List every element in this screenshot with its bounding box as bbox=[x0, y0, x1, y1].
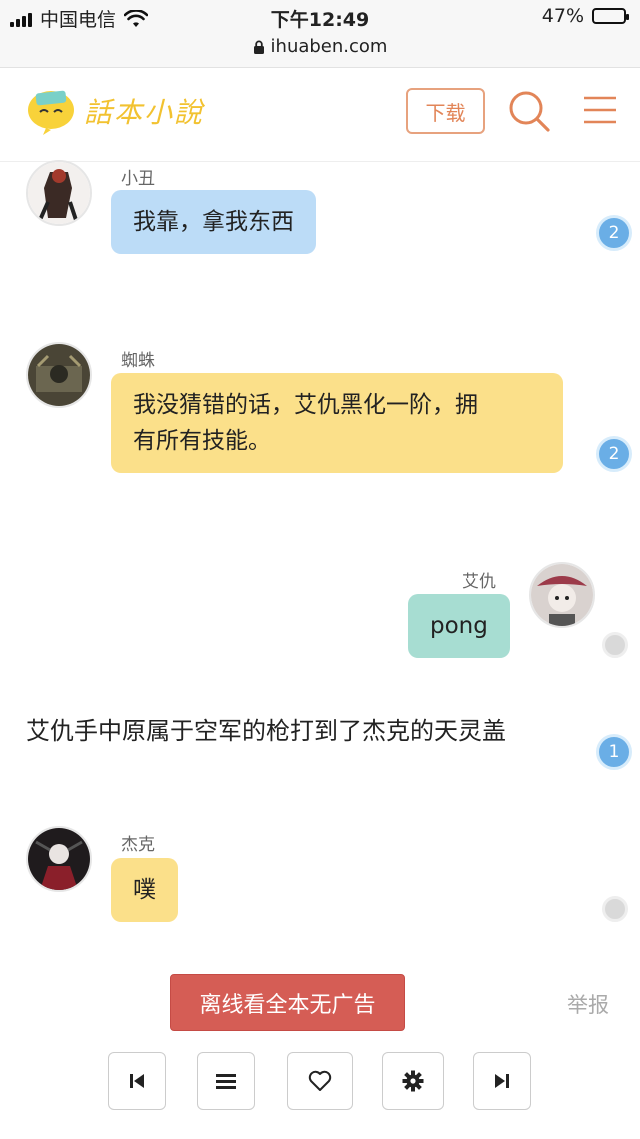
offline-read-button[interactable]: 离线看全本无广告 bbox=[170, 974, 405, 1031]
site-logo[interactable]: 話本小說 bbox=[24, 86, 204, 136]
favorite-button[interactable] bbox=[287, 1052, 353, 1110]
battery-icon bbox=[592, 8, 629, 24]
url-domain: ihuaben.com bbox=[270, 36, 388, 57]
avatar-zhizhu[interactable] bbox=[26, 342, 92, 408]
lock-icon bbox=[253, 40, 264, 54]
avatar-aichou[interactable] bbox=[529, 562, 595, 628]
avatar-xiaochou[interactable] bbox=[26, 160, 92, 226]
message-line: 我没猜错的话，艾仇黑化一阶，拥 bbox=[133, 392, 478, 418]
last-page-icon bbox=[495, 1074, 509, 1088]
menu-icon[interactable] bbox=[580, 90, 620, 130]
site-header: 話本小說 下载 bbox=[0, 68, 640, 162]
gear-icon bbox=[402, 1070, 424, 1092]
search-icon[interactable] bbox=[506, 88, 552, 134]
message-bubble: 我靠，拿我东西 bbox=[111, 190, 316, 254]
chapter-list-button[interactable] bbox=[197, 1052, 255, 1110]
narration-text: 艾仇手中原属于空军的枪打到了杰克的天灵盖 bbox=[26, 717, 506, 745]
message-bubble: pong bbox=[408, 594, 510, 658]
url-bar[interactable]: ihuaben.com bbox=[0, 34, 640, 68]
status-bar: 中国电信 下午12:49 47% bbox=[0, 0, 640, 34]
message-bubble: 我没猜错的话，艾仇黑化一阶，拥 有所有技能。 bbox=[111, 373, 563, 473]
avatar-jieke[interactable] bbox=[26, 826, 92, 892]
download-button[interactable]: 下载 bbox=[406, 88, 485, 134]
heart-icon bbox=[308, 1070, 332, 1091]
comment-count-badge[interactable]: 2 bbox=[596, 436, 632, 472]
message-bubble: 噗 bbox=[111, 858, 178, 922]
logo-text: 話本小說 bbox=[84, 96, 205, 129]
comment-dot[interactable] bbox=[602, 632, 628, 658]
comment-dot[interactable] bbox=[602, 896, 628, 922]
battery-percent: 47% bbox=[541, 5, 584, 27]
speaker-name: 艾仇 bbox=[462, 572, 496, 592]
first-page-button[interactable] bbox=[108, 1052, 166, 1110]
speaker-name: 杰克 bbox=[121, 835, 155, 855]
last-page-button[interactable] bbox=[473, 1052, 531, 1110]
comment-count-badge[interactable]: 1 bbox=[596, 734, 632, 770]
logo-mascot-icon bbox=[28, 90, 74, 135]
status-right: 47% bbox=[541, 5, 629, 27]
list-icon bbox=[216, 1074, 236, 1089]
comment-count-badge[interactable]: 2 bbox=[596, 215, 632, 251]
message-line: 有所有技能。 bbox=[133, 428, 271, 454]
speaker-name: 小丑 bbox=[121, 169, 155, 189]
report-link[interactable]: 举报 bbox=[567, 989, 609, 1019]
settings-button[interactable] bbox=[382, 1052, 444, 1110]
first-page-icon bbox=[130, 1074, 144, 1088]
speaker-name: 蜘蛛 bbox=[121, 351, 155, 371]
